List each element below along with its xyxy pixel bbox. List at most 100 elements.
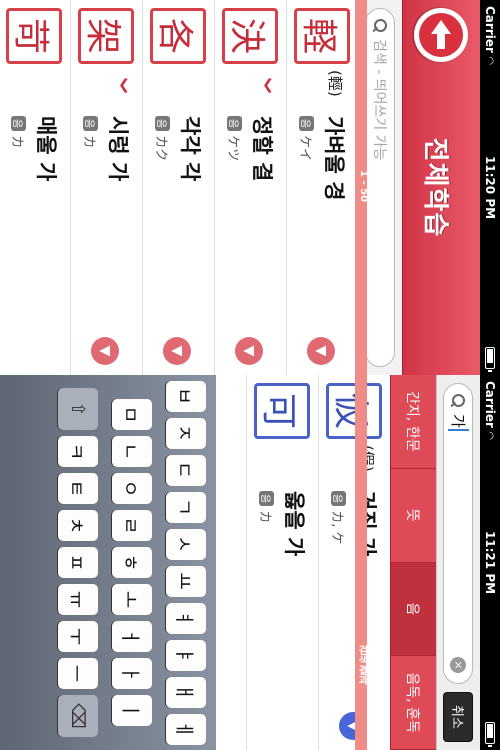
shift-key-icon[interactable]: ⇧ xyxy=(58,388,98,430)
kanji-meaning: 옳을 가 xyxy=(282,491,306,557)
page-title: 전체학습 xyxy=(420,137,450,238)
search-icon xyxy=(373,19,387,33)
screen-search: Carrier ◠ 11:21 PM 가 × 취소 간지, 한문 뜻 음 음독,… xyxy=(0,375,500,750)
keyboard-row-3: ⇧ ㅋ ㅌ ㅊ ㅍ ㅠ ㅜ ㅡ ⌫ xyxy=(58,377,98,748)
key[interactable]: ㅠ xyxy=(58,584,98,615)
key[interactable]: ㅏ xyxy=(112,658,152,689)
reading-badge: 음 xyxy=(331,491,346,507)
chevron-down-icon[interactable]: ▼ xyxy=(307,337,335,365)
kanji-meaning: 각각 각 xyxy=(178,116,202,182)
kanji-meaning: 정할 결 xyxy=(250,116,274,182)
kanji-glyph: 軽 xyxy=(294,8,350,64)
kanji-glyph: 仮 xyxy=(326,383,382,439)
kanji-glyph: 架 xyxy=(78,8,134,64)
key[interactable]: ㅑ xyxy=(166,639,206,671)
search-placeholder: 검색 - 띄어쓰기 가능 xyxy=(371,39,387,161)
reading-badge: 음 xyxy=(83,116,98,132)
key[interactable]: ㅛ xyxy=(166,565,206,597)
kanji-meaning: 시렁 가 xyxy=(106,116,130,182)
tab-on-kun[interactable]: 음독, 훈독 xyxy=(391,656,436,750)
kanji-reading: ケイ xyxy=(297,135,312,161)
kanji-meaning: 가벼울 경 xyxy=(322,116,346,201)
tab-meaning[interactable]: 뜻 xyxy=(391,468,436,563)
reading-badge: 음 xyxy=(299,116,314,132)
list-item[interactable]: 可 옳을 가 음カ xyxy=(246,375,318,750)
reading-badge: 음 xyxy=(155,116,170,132)
search-icon xyxy=(452,394,466,408)
key[interactable]: ㅗ xyxy=(112,584,152,615)
key[interactable]: ㅁ xyxy=(112,399,152,430)
checkmark-icon: ❯ xyxy=(262,77,274,94)
results-strip xyxy=(355,375,367,750)
battery-icon xyxy=(485,722,495,744)
kanji-reading: カ xyxy=(257,510,272,524)
key[interactable]: ㄹ xyxy=(112,510,152,541)
result-list: 仮 (假) 거짓 가 음カ, ケ ▼ 可 옳을 가 음カ xyxy=(246,375,390,750)
keyboard-row-2: ㅁ ㄴ ㅇ ㄹ ㅎ ㅗ ㅓ ㅏ ㅣ xyxy=(112,377,152,748)
key[interactable]: ㅇ xyxy=(112,473,152,504)
key[interactable]: ㄷ xyxy=(166,454,206,486)
kanji-glyph: 苛 xyxy=(6,8,62,64)
key[interactable]: ㄴ xyxy=(112,436,152,467)
kanji-glyph: 決 xyxy=(222,8,278,64)
delete-key-icon[interactable]: ⌫ xyxy=(58,695,98,737)
key[interactable]: ㅔ xyxy=(166,713,206,745)
battery-icon xyxy=(485,347,495,369)
key[interactable]: ㅊ xyxy=(58,510,98,541)
tab-kanji[interactable]: 간지, 한문 xyxy=(391,375,436,469)
key[interactable]: ㅓ xyxy=(112,621,152,652)
reading-badge: 음 xyxy=(227,116,242,132)
kanji-reading: カク xyxy=(153,135,168,162)
kanji-glyph: 各 xyxy=(150,8,206,64)
tab-sound[interactable]: 음 xyxy=(391,562,436,657)
list-item[interactable]: 決 ❯ 정할 결 음 ケツ ▼ xyxy=(214,0,286,375)
key[interactable]: ㅅ xyxy=(166,528,206,560)
list-item[interactable]: 各 각각 각 음 カク ▼ xyxy=(142,0,214,375)
nav-header: 전체학습 xyxy=(402,0,480,375)
chevron-down-icon[interactable]: ▼ xyxy=(235,337,263,365)
list-item[interactable]: 苛 매울 가 음カ xyxy=(0,0,70,375)
kanji-reading: カ xyxy=(81,135,96,149)
kanji-reading: カ xyxy=(9,135,24,149)
key[interactable]: ㅈ xyxy=(166,417,206,449)
search-bar: 가 × 취소 xyxy=(436,375,480,750)
range-label: 1 - 50 xyxy=(358,170,369,202)
search-scope-tabs: 간지, 한문 뜻 음 음독, 훈독 xyxy=(390,375,436,750)
status-bar: Carrier ◠ 11:21 PM xyxy=(480,375,500,750)
key[interactable]: ㅂ xyxy=(166,380,206,412)
key[interactable]: ㅌ xyxy=(58,473,98,504)
korean-keyboard: ㅂ ㅈ ㄷ ㄱ ㅅ ㅛ ㅕ ㅑ ㅐ ㅔ ㅁ ㄴ ㅇ ㄹ ㅎ ㅗ ㅓ ㅏ ㅣ ⇧ … xyxy=(0,375,216,750)
search-input[interactable]: 검색 - 띄어쓰기 가능 xyxy=(365,8,395,367)
key[interactable]: ㅋ xyxy=(58,436,98,467)
kanji-reading: カ, ケ xyxy=(329,510,344,545)
search-input[interactable]: 가 × xyxy=(443,383,474,684)
kanji-list: 軽 (輕) 가벼울 경 음 ケイ ▼ 決 ❯ 정할 결 음 ケツ ▼ 各 각각 각 … xyxy=(0,0,358,375)
clear-icon[interactable]: × xyxy=(450,657,467,673)
key[interactable]: ㅐ xyxy=(166,676,206,708)
chevron-down-icon[interactable]: ▼ xyxy=(91,337,119,365)
list-item[interactable]: 軽 (輕) 가벼울 경 음 ケイ ▼ xyxy=(286,0,358,375)
key[interactable]: ㅜ xyxy=(58,621,98,652)
key[interactable]: ㅕ xyxy=(166,602,206,634)
list-item[interactable]: 仮 (假) 거짓 가 음カ, ケ ▼ xyxy=(318,375,390,750)
key[interactable]: ㄱ xyxy=(166,491,206,523)
list-item[interactable]: 架 ❯ 시렁 가 음カ ▼ xyxy=(70,0,142,375)
screen-browse: Carrier ◠ 11:20 PM 전체학습 검색 - 띄어쓰기 가능 軽 (… xyxy=(0,0,500,375)
kanji-reading: ケツ xyxy=(225,135,240,162)
chevron-down-icon[interactable]: ▼ xyxy=(163,337,191,365)
old-form: (輕) xyxy=(326,70,344,97)
results-label: 검색결과 xyxy=(356,645,367,685)
key[interactable]: ㅎ xyxy=(112,547,152,578)
reading-badge: 음 xyxy=(11,116,26,132)
key[interactable]: ㅍ xyxy=(58,547,98,578)
kanji-meaning: 매울 가 xyxy=(34,116,58,182)
reading-badge: 음 xyxy=(259,491,274,507)
key[interactable]: ㅣ xyxy=(112,695,152,726)
key[interactable]: ㅡ xyxy=(58,658,98,689)
kanji-glyph: 可 xyxy=(254,383,310,439)
keyboard-row-1: ㅂ ㅈ ㄷ ㄱ ㅅ ㅛ ㅕ ㅑ ㅐ ㅔ xyxy=(166,377,206,748)
status-bar: Carrier ◠ 11:20 PM xyxy=(480,0,500,375)
cancel-button[interactable]: 취소 xyxy=(443,692,474,742)
search-query: 가 xyxy=(448,414,469,431)
checkmark-icon: ❯ xyxy=(118,77,130,94)
